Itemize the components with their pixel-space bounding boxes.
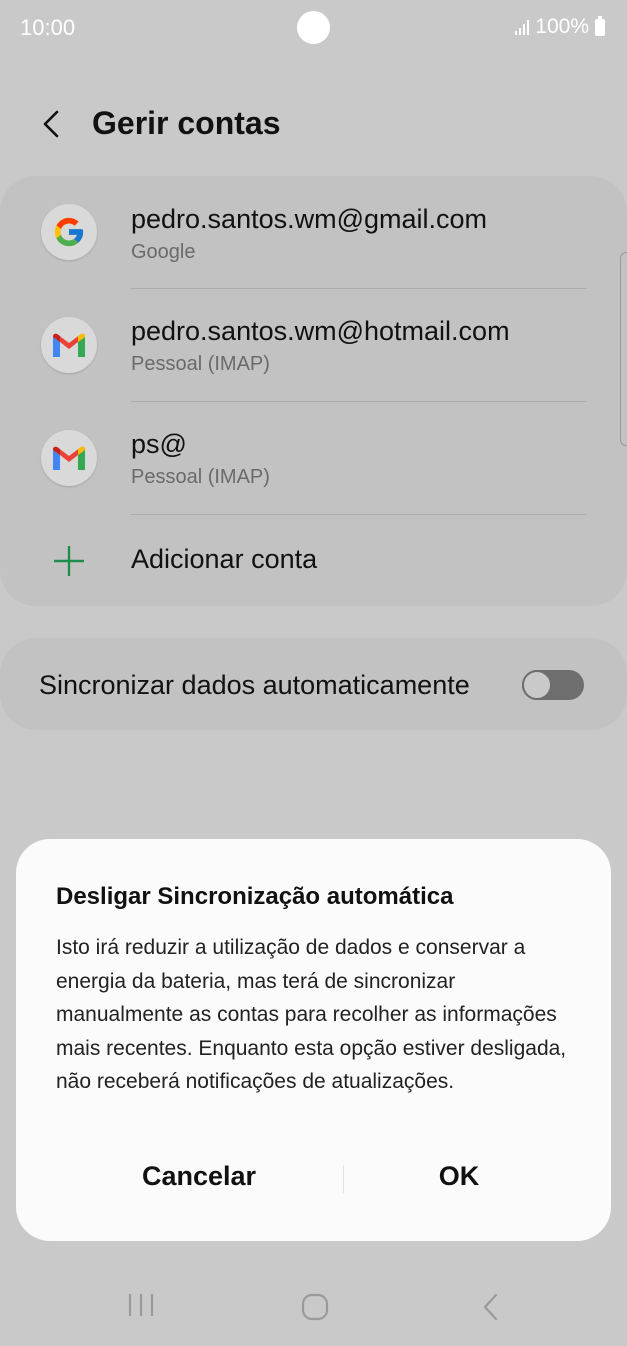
signal-icon	[515, 19, 530, 35]
battery-percent: 100%	[535, 15, 589, 38]
google-icon	[41, 204, 97, 260]
confirm-dialog: Desligar Sincronização automática Isto i…	[16, 839, 611, 1241]
navigation-bar	[0, 1270, 627, 1346]
camera-cutout	[297, 11, 330, 44]
page-title: Gerir contas	[92, 105, 281, 141]
button-divider	[343, 1165, 344, 1193]
app-header: Gerir contas	[0, 100, 627, 150]
status-bar: 10:00 100%	[0, 0, 627, 56]
status-time: 10:00	[20, 15, 76, 40]
home-icon[interactable]	[300, 1292, 330, 1322]
scroll-indicator	[620, 252, 627, 446]
sync-label: Sincronizar dados automaticamente	[39, 670, 470, 700]
account-type: Pessoal (IMAP)	[131, 353, 270, 375]
dialog-message: Isto irá reduzir a utilização de dados e…	[56, 936, 567, 1093]
plus-icon	[54, 546, 84, 576]
battery-icon	[595, 15, 605, 36]
add-account-button[interactable]: Adicionar conta	[0, 514, 627, 606]
account-email: pedro.santos.wm@gmail.com	[131, 204, 488, 234]
back-icon[interactable]	[480, 1292, 502, 1322]
accounts-list: pedro.santos.wm@gmail.com Google pedro.s…	[0, 176, 627, 606]
cancel-button[interactable]: Cancelar	[99, 1161, 299, 1201]
recent-apps-icon[interactable]	[127, 1292, 155, 1318]
toggle-thumb	[522, 670, 552, 700]
chevron-left-icon[interactable]	[38, 104, 68, 144]
status-icons: 100%	[515, 15, 605, 39]
dialog-title: Desligar Sincronização automática	[56, 883, 454, 910]
account-type: Google	[131, 241, 196, 263]
account-item-hotmail[interactable]: pedro.santos.wm@hotmail.com Pessoal (IMA…	[0, 289, 627, 401]
gmail-icon	[41, 317, 97, 373]
account-email: pedro.santos.wm@hotmail.com	[131, 316, 510, 346]
add-account-label: Adicionar conta	[131, 544, 318, 574]
account-item-ps[interactable]: ps@ Pessoal (IMAP)	[0, 402, 627, 514]
account-item-google[interactable]: pedro.santos.wm@gmail.com Google	[0, 176, 627, 288]
account-type: Pessoal (IMAP)	[131, 466, 270, 488]
gmail-icon	[41, 430, 97, 486]
ok-button[interactable]: OK	[359, 1161, 559, 1201]
account-email: ps@	[131, 429, 187, 459]
sync-toggle[interactable]	[522, 670, 584, 700]
